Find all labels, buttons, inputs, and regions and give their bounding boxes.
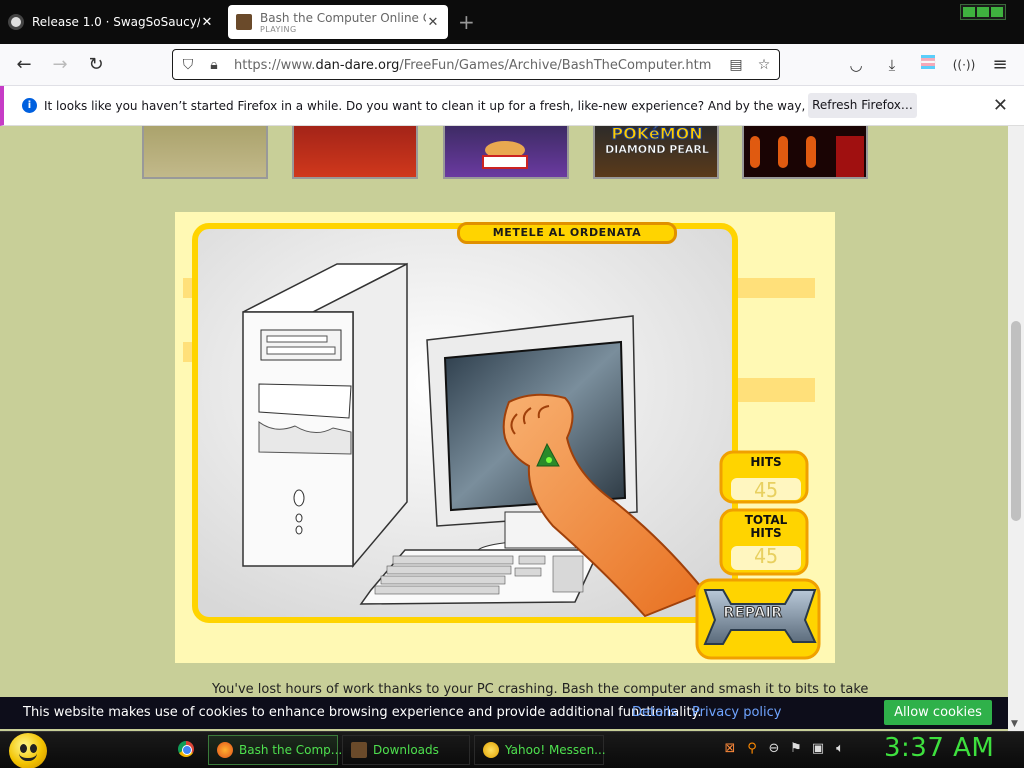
taskbar-item-downloads[interactable]: Downloads: [342, 735, 470, 765]
close-tab-icon[interactable]: ✕: [426, 15, 440, 30]
tab-playing-label: PLAYING: [260, 24, 297, 34]
allow-cookies-button[interactable]: Allow cookies: [884, 700, 992, 725]
chrome-icon[interactable]: [178, 741, 194, 757]
url-text[interactable]: https://www.dan-dare.org/FreeFun/Games/A…: [234, 58, 711, 73]
game-thumbnail[interactable]: [292, 126, 418, 179]
reload-button[interactable]: ↻: [84, 53, 108, 77]
page-scrollbar[interactable]: ▼: [1008, 126, 1024, 731]
game-thumbnail[interactable]: [742, 126, 868, 179]
tray-flag-icon[interactable]: ⚑: [788, 741, 804, 757]
refresh-notification-bar: i It looks like you haven’t started Fire…: [0, 86, 1024, 126]
tab-release[interactable]: Release 1.0 · SwagSoSaucy/who ✕: [0, 5, 222, 39]
game-thumbnail[interactable]: [142, 126, 268, 179]
github-icon: [8, 14, 24, 30]
game-title: METELE AL ORDENATA: [457, 222, 677, 244]
refresh-firefox-button[interactable]: Refresh Firefox…: [808, 93, 917, 118]
close-icon[interactable]: ✕: [993, 95, 1008, 116]
game-thumbnail[interactable]: [443, 126, 569, 179]
cast-icon[interactable]: ((·)): [952, 53, 976, 77]
tab-title: Bash the Computer Online Gar: [260, 10, 426, 25]
pocket-icon[interactable]: ◡: [844, 53, 868, 77]
firefox-icon: [217, 742, 233, 758]
taskbar-item-label: Yahoo! Messen...: [505, 743, 606, 757]
tab-bar: Release 1.0 · SwagSoSaucy/who ✕ Bash the…: [0, 0, 1024, 44]
new-tab-button[interactable]: +: [458, 12, 475, 32]
bookmark-star-icon[interactable]: ☆: [755, 56, 773, 74]
url-bar[interactable]: ⛉ 🔒︎ https://www.dan-dare.org/FreeFun/Ga…: [172, 49, 780, 80]
download-icon[interactable]: ⤓: [880, 53, 904, 77]
url-domain: dan-dare.org: [315, 58, 400, 73]
extension-icon[interactable]: [916, 53, 940, 77]
repair-button[interactable]: REPAIR: [718, 605, 788, 622]
taskbar-item-label: Bash the Comp...: [239, 743, 343, 757]
tab-title: Release 1.0 · SwagSoSaucy/who: [32, 15, 200, 29]
info-icon: i: [22, 98, 37, 113]
back-button[interactable]: ←: [12, 53, 36, 77]
cookie-message: This website makes use of cookies to enh…: [23, 705, 702, 720]
battery-icon: [960, 4, 1006, 20]
scrollbar-thumb[interactable]: [1011, 321, 1021, 521]
url-prefix: https://www.: [234, 58, 316, 73]
total-hits-value: 45: [753, 544, 779, 568]
network-icon[interactable]: ▣: [810, 741, 826, 757]
search-icon[interactable]: ⚲: [744, 741, 760, 757]
total-hits-label-line2: HITS: [750, 526, 782, 540]
game-thumbnail-pokemon[interactable]: POKéMON DIAMOND PEARL: [593, 126, 719, 179]
taskbar-item-yahoo-messenger[interactable]: Yahoo! Messen...: [474, 735, 606, 765]
url-path: /FreeFun/Games/Archive/BashTheComputer.h…: [399, 58, 712, 73]
taskbar-item-firefox[interactable]: Bash the Comp...: [208, 735, 342, 765]
cookie-details-link[interactable]: Details: [632, 705, 677, 720]
taskbar-item-label: Downloads: [373, 743, 439, 757]
clock: 3:37 AM: [884, 733, 995, 763]
start-button-smiley-icon[interactable]: [9, 733, 47, 768]
hits-label: HITS: [750, 455, 782, 469]
tray-status-icon[interactable]: ⊖: [766, 741, 782, 757]
navigation-bar: ← → ↻ ⛉ 🔒︎ https://www.dan-dare.org/Free…: [0, 44, 1024, 86]
game-description: You've lost hours of work thanks to your…: [212, 682, 869, 697]
site-favicon-icon: [236, 14, 252, 30]
privacy-policy-link[interactable]: Privacy policy: [692, 705, 781, 720]
page-content: POKéMON DIAMOND PEARL METELE AL ORDENATA…: [0, 126, 1008, 697]
game-frame[interactable]: METELE AL ORDENATA HITS 45 TOTAL HITS 45…: [175, 212, 835, 663]
yahoo-messenger-icon: [483, 742, 499, 758]
close-tab-icon[interactable]: ✕: [200, 15, 214, 30]
scroll-down-icon[interactable]: ▼: [1011, 719, 1018, 729]
volume-icon[interactable]: 🔈︎: [832, 741, 848, 757]
reader-view-icon[interactable]: ▤: [727, 56, 745, 74]
shield-icon[interactable]: ⛉: [179, 56, 197, 74]
hits-value: 45: [753, 478, 779, 502]
pokemon-subtitle: DIAMOND PEARL: [605, 143, 709, 157]
menu-icon[interactable]: ≡: [988, 53, 1012, 77]
tray-app-icon[interactable]: ⊠: [722, 741, 738, 757]
forward-button[interactable]: →: [48, 53, 72, 77]
notification-message: It looks like you haven’t started Firefo…: [44, 99, 900, 113]
taskbar: Bash the Comp... Downloads Yahoo! Messen…: [0, 731, 1024, 768]
cookie-banner: This website makes use of cookies to enh…: [0, 697, 1008, 729]
pokemon-logo-text: POKéMON: [611, 126, 703, 143]
lock-icon[interactable]: 🔒︎: [205, 56, 223, 74]
downloads-icon: [351, 742, 367, 758]
game-thumbnails: POKéMON DIAMOND PEARL: [142, 126, 872, 179]
tab-bash-the-computer[interactable]: Bash the Computer Online Gar PLAYING ✕: [228, 5, 448, 39]
system-tray: ⊠ ⚲ ⊖ ⚑ ▣ 🔈︎: [722, 741, 848, 757]
